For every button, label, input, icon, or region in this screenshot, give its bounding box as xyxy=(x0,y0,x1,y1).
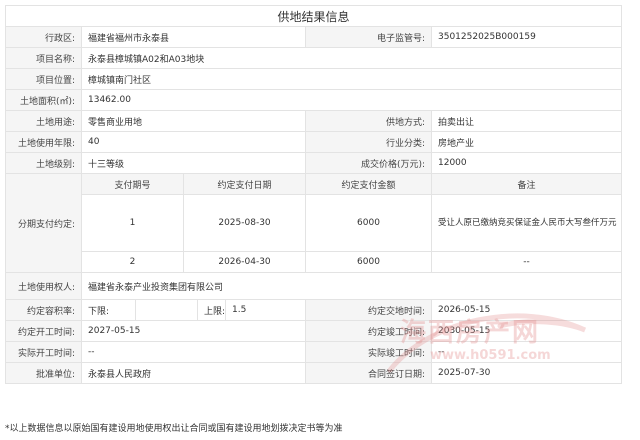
land-use-label: 土地用途: xyxy=(5,110,82,132)
land-area-label: 土地面积(㎡): xyxy=(5,89,82,111)
land-user-value: 福建省永泰产业投资集团有限公司 xyxy=(80,272,623,300)
plot-ratio-upper-label: 上限: xyxy=(197,299,226,321)
agreed-start-value: 2027-05-15 xyxy=(81,320,306,342)
contract-date-label: 合同签订日期: xyxy=(305,362,432,384)
industry-label: 行业分类: xyxy=(305,131,432,153)
admin-region-label: 行政区: xyxy=(5,26,82,48)
actual-completion-label: 实际竣工时间: xyxy=(305,341,432,363)
agreed-start-label: 约定开工时间: xyxy=(5,320,82,342)
supply-method-label: 供地方式: xyxy=(305,110,432,132)
project-location-label: 项目位置: xyxy=(5,68,82,90)
land-supply-result-panel: 供地结果信息 行政区: 福建省福州市永泰县 电子监管号: 3501252025B… xyxy=(4,5,623,384)
installment-2-amount: 6000 xyxy=(305,251,432,273)
agreed-completion-value: 2030-05-15 xyxy=(430,320,623,342)
admin-region-value: 福建省福州市永泰县 xyxy=(81,26,306,48)
plot-ratio-upper-value: 1.5 xyxy=(225,299,306,321)
installment-1-remark: 受让人原已缴纳竞买保证金人民币大写叁仟万元（小写3000万元）充抵第一期土地出让… xyxy=(430,194,623,252)
contract-date-value: 2025-07-30 xyxy=(430,362,623,384)
installment-2-date: 2026-04-30 xyxy=(183,251,306,273)
e-supervision-no-label: 电子监管号: xyxy=(305,26,432,48)
installments-header-date: 约定支付日期 xyxy=(183,173,306,195)
land-supply-table: 供地结果信息 行政区: 福建省福州市永泰县 电子监管号: 3501252025B… xyxy=(4,5,623,384)
installments-label: 分期支付约定: xyxy=(5,173,82,273)
plot-ratio-lower-label: 下限: xyxy=(81,299,136,321)
approval-unit-label: 批准单位: xyxy=(5,362,82,384)
use-term-label: 土地使用年限: xyxy=(5,131,82,153)
actual-start-label: 实际开工时间: xyxy=(5,341,82,363)
plot-ratio-lower-value xyxy=(135,299,198,321)
land-area-value: 13462.00 xyxy=(80,89,623,111)
installments-header-remark: 备注 xyxy=(430,173,623,195)
installments-header-amount: 约定支付金额 xyxy=(305,173,432,195)
agreed-delivery-label: 约定交地时间: xyxy=(305,299,432,321)
agreed-delivery-value: 2026-05-15 xyxy=(430,299,623,321)
installment-2-remark: -- xyxy=(430,251,623,273)
supply-method-value: 拍卖出让 xyxy=(430,110,623,132)
approval-unit-value: 永泰县人民政府 xyxy=(81,362,306,384)
land-user-label: 土地使用权人: xyxy=(5,272,82,300)
land-use-value: 零售商业用地 xyxy=(81,110,306,132)
page-title: 供地结果信息 xyxy=(4,5,623,27)
actual-completion-value: -- xyxy=(430,341,623,363)
agreed-completion-label: 约定竣工时间: xyxy=(305,320,432,342)
industry-value: 房地产业 xyxy=(430,131,623,153)
installment-1-date: 2025-08-30 xyxy=(183,194,306,252)
land-grade-value: 十三等级 xyxy=(81,152,306,174)
use-term-value: 40 xyxy=(81,131,306,153)
plot-ratio-label: 约定容积率: xyxy=(5,299,82,321)
e-supervision-no-value: 3501252025B000159 xyxy=(430,26,623,48)
project-name-value: 永泰县樟城镇A02和A03地块 xyxy=(80,47,623,69)
installment-2-period: 2 xyxy=(81,251,184,273)
installments-header-period: 支付期号 xyxy=(81,173,184,195)
data-source-footnote: *以上数据信息以原始国有建设用地使用权出让合同或国有建设用地划拨决定书等为准 xyxy=(5,424,343,434)
deal-price-label: 成交价格(万元): xyxy=(305,152,432,174)
deal-price-value: 12000 xyxy=(430,152,623,174)
project-name-label: 项目名称: xyxy=(5,47,82,69)
actual-start-value: -- xyxy=(81,341,306,363)
project-location-value: 樟城镇南门社区 xyxy=(80,68,623,90)
land-grade-label: 土地级别: xyxy=(5,152,82,174)
installment-1-period: 1 xyxy=(81,194,184,252)
installment-1-amount: 6000 xyxy=(305,194,432,252)
